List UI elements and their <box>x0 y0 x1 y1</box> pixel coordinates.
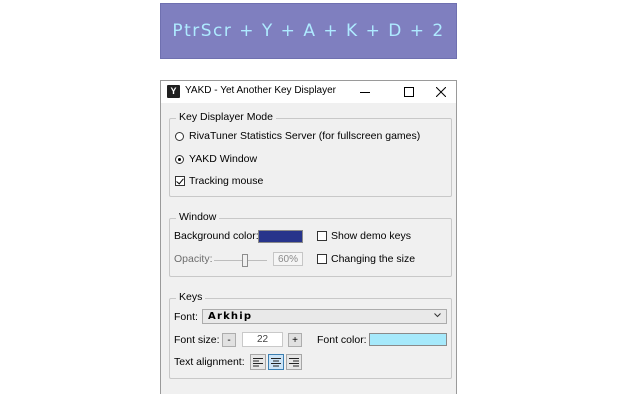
keys-legend: Keys <box>176 291 206 303</box>
background-color-label: Background color: <box>174 230 259 242</box>
align-left-button[interactable] <box>250 354 266 370</box>
opacity-label: Opacity: <box>174 253 213 265</box>
mode-legend: Key Displayer Mode <box>176 111 276 123</box>
title-bar[interactable]: Y YAKD - Yet Another Key Displayer <box>161 81 456 103</box>
font-color-swatch[interactable] <box>369 333 447 346</box>
show-demo-keys-checkbox[interactable] <box>317 231 327 241</box>
changing-size-checkbox[interactable] <box>317 254 327 264</box>
mode-group: Key Displayer Mode RivaTuner Statistics … <box>169 111 452 197</box>
tracking-mouse-label: Tracking mouse <box>189 175 264 187</box>
tracking-mouse-option[interactable]: Tracking mouse <box>175 175 263 187</box>
font-color-label: Font color: <box>317 334 367 346</box>
chevron-down-icon <box>434 313 441 318</box>
rtss-option[interactable]: RivaTuner Statistics Server (for fullscr… <box>175 130 420 142</box>
window-legend: Window <box>176 211 220 223</box>
keys-group: Keys Font: Arkhip Font size: - 22 + Font… <box>169 291 452 379</box>
maximize-icon <box>404 87 414 97</box>
font-size-input[interactable]: 22 <box>242 332 283 347</box>
window-group: Window Background color: Show demo keys … <box>169 211 452 277</box>
tracking-mouse-checkbox[interactable] <box>175 176 185 186</box>
app-icon: Y <box>167 85 180 98</box>
rtss-label: RivaTuner Statistics Server (for fullscr… <box>189 130 421 142</box>
yakd-window-label: YAKD Window <box>189 153 258 165</box>
font-dropdown-value: Arkhip <box>208 311 253 322</box>
app-window: Y YAKD - Yet Another Key Displayer Key D… <box>160 80 457 394</box>
opacity-slider-thumb[interactable] <box>242 254 248 267</box>
yakd-window-option[interactable]: YAKD Window <box>175 153 257 165</box>
show-demo-keys-option[interactable]: Show demo keys <box>317 230 411 242</box>
align-center-icon <box>271 358 281 367</box>
changing-size-label: Changing the size <box>331 253 416 265</box>
changing-size-option[interactable]: Changing the size <box>317 253 415 265</box>
close-button[interactable] <box>426 81 456 103</box>
window-title: YAKD - Yet Another Key Displayer <box>185 85 337 96</box>
rtss-radio[interactable] <box>175 131 184 141</box>
minimize-icon <box>360 92 370 93</box>
maximize-button[interactable] <box>394 81 424 103</box>
font-size-label: Font size: <box>174 334 220 346</box>
align-right-icon <box>289 358 299 367</box>
font-dropdown[interactable]: Arkhip <box>202 309 447 324</box>
align-right-button[interactable] <box>286 354 302 370</box>
font-size-increase-button[interactable]: + <box>288 333 302 347</box>
key-display-banner: PtrScr + Y + A + K + D + 2 <box>160 3 457 59</box>
align-left-icon <box>253 358 263 367</box>
opacity-value: 60% <box>273 252 303 266</box>
align-center-button[interactable] <box>268 354 284 370</box>
font-label: Font: <box>174 311 198 323</box>
yakd-window-radio[interactable] <box>175 154 184 164</box>
text-alignment-label: Text alignment: <box>174 356 245 368</box>
font-size-decrease-button[interactable]: - <box>222 333 236 347</box>
opacity-slider-track[interactable] <box>214 260 267 261</box>
close-icon <box>436 87 446 97</box>
minimize-button[interactable] <box>350 81 380 103</box>
banner-text: PtrScr + Y + A + K + D + 2 <box>172 21 445 41</box>
background-color-swatch[interactable] <box>258 230 303 243</box>
show-demo-keys-label: Show demo keys <box>331 230 411 242</box>
